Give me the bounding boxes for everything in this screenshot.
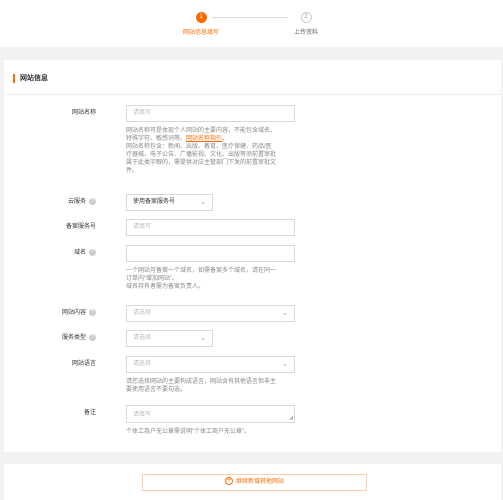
chevron-down-icon: ⌄ bbox=[282, 310, 288, 317]
step-1-label: 网站信息填写 bbox=[182, 30, 219, 36]
help-icon[interactable]: ? bbox=[89, 308, 96, 316]
step-upload: 2 上传资料 bbox=[276, 12, 336, 36]
service-type-label: 服务类型? bbox=[4, 333, 96, 343]
service-type-select[interactable]: 请选择 ⌄ bbox=[126, 330, 213, 347]
section-title: 网站信息 bbox=[13, 74, 48, 83]
site-name-input[interactable]: 请填写 bbox=[126, 105, 295, 122]
resize-handle-icon[interactable]: ◢ bbox=[289, 416, 293, 421]
progress-stepper: 1 网站信息填写 2 上传资料 bbox=[0, 0, 503, 47]
chevron-down-icon: ⌄ bbox=[282, 361, 288, 368]
site-name-help: 网站名称可是体现个人网站的主要内容，不能包含域名、 特殊字符、敏感词等。网站名称… bbox=[126, 128, 277, 174]
remarks-textarea[interactable]: 请填写 ◢ bbox=[126, 405, 295, 423]
site-language-label: 网站语言 bbox=[71, 361, 96, 367]
cloud-service-select[interactable]: 使用备案服务号 ⌄ bbox=[126, 194, 213, 211]
remarks-help: 个体工商户无公章需说明“个体工商户无公章”。 bbox=[126, 429, 250, 435]
domain-help: 一个网站可备案一个域名，如需备案多个域名，请在同一 订单内“增加网站”。 域名持… bbox=[126, 268, 277, 290]
step-2-number: 2 bbox=[300, 12, 312, 23]
bottom-bar: + 继续新增其他网站 bbox=[4, 464, 501, 500]
site-info-card: 网站信息 网站名称 请填写 网站名称可是体现个人网站的主要内容，不能包含域名、 … bbox=[4, 60, 501, 452]
site-name-label: 网站名称 bbox=[71, 110, 96, 116]
site-content-select[interactable]: 请选择 ⌄ bbox=[126, 305, 295, 322]
plus-icon: + bbox=[224, 477, 233, 486]
help-icon[interactable]: ? bbox=[89, 197, 96, 205]
step-site-info: 1 网站信息填写 bbox=[171, 12, 231, 36]
remarks-label: 备注 bbox=[83, 410, 96, 416]
help-icon[interactable]: ? bbox=[89, 248, 96, 256]
domain-input[interactable] bbox=[126, 245, 295, 262]
chevron-down-icon: ⌄ bbox=[200, 335, 206, 342]
site-content-label: 网站内容? bbox=[4, 308, 96, 318]
site-language-select[interactable]: 请选择 ⌄ bbox=[126, 356, 295, 373]
site-name-guide-link[interactable]: 网站名称指引 bbox=[186, 136, 222, 142]
filing-service-no-label: 备案服务号 bbox=[65, 224, 96, 230]
section-divider bbox=[4, 94, 501, 95]
step-2-label: 上传资料 bbox=[293, 30, 318, 36]
help-icon[interactable]: ? bbox=[89, 333, 96, 341]
filing-service-no-input[interactable]: 请填写 bbox=[126, 219, 295, 236]
domain-label: 域名? bbox=[4, 248, 96, 258]
cloud-service-label: 云服务? bbox=[4, 197, 96, 207]
add-another-site-button[interactable]: + 继续新增其他网站 bbox=[142, 474, 367, 491]
site-language-help: 请您选择网站的主要构成语言，网站含有其他语言但非主 要使用语言不要勾选。 bbox=[126, 379, 277, 393]
step-1-number: 1 bbox=[195, 12, 207, 23]
chevron-down-icon: ⌄ bbox=[200, 199, 206, 206]
